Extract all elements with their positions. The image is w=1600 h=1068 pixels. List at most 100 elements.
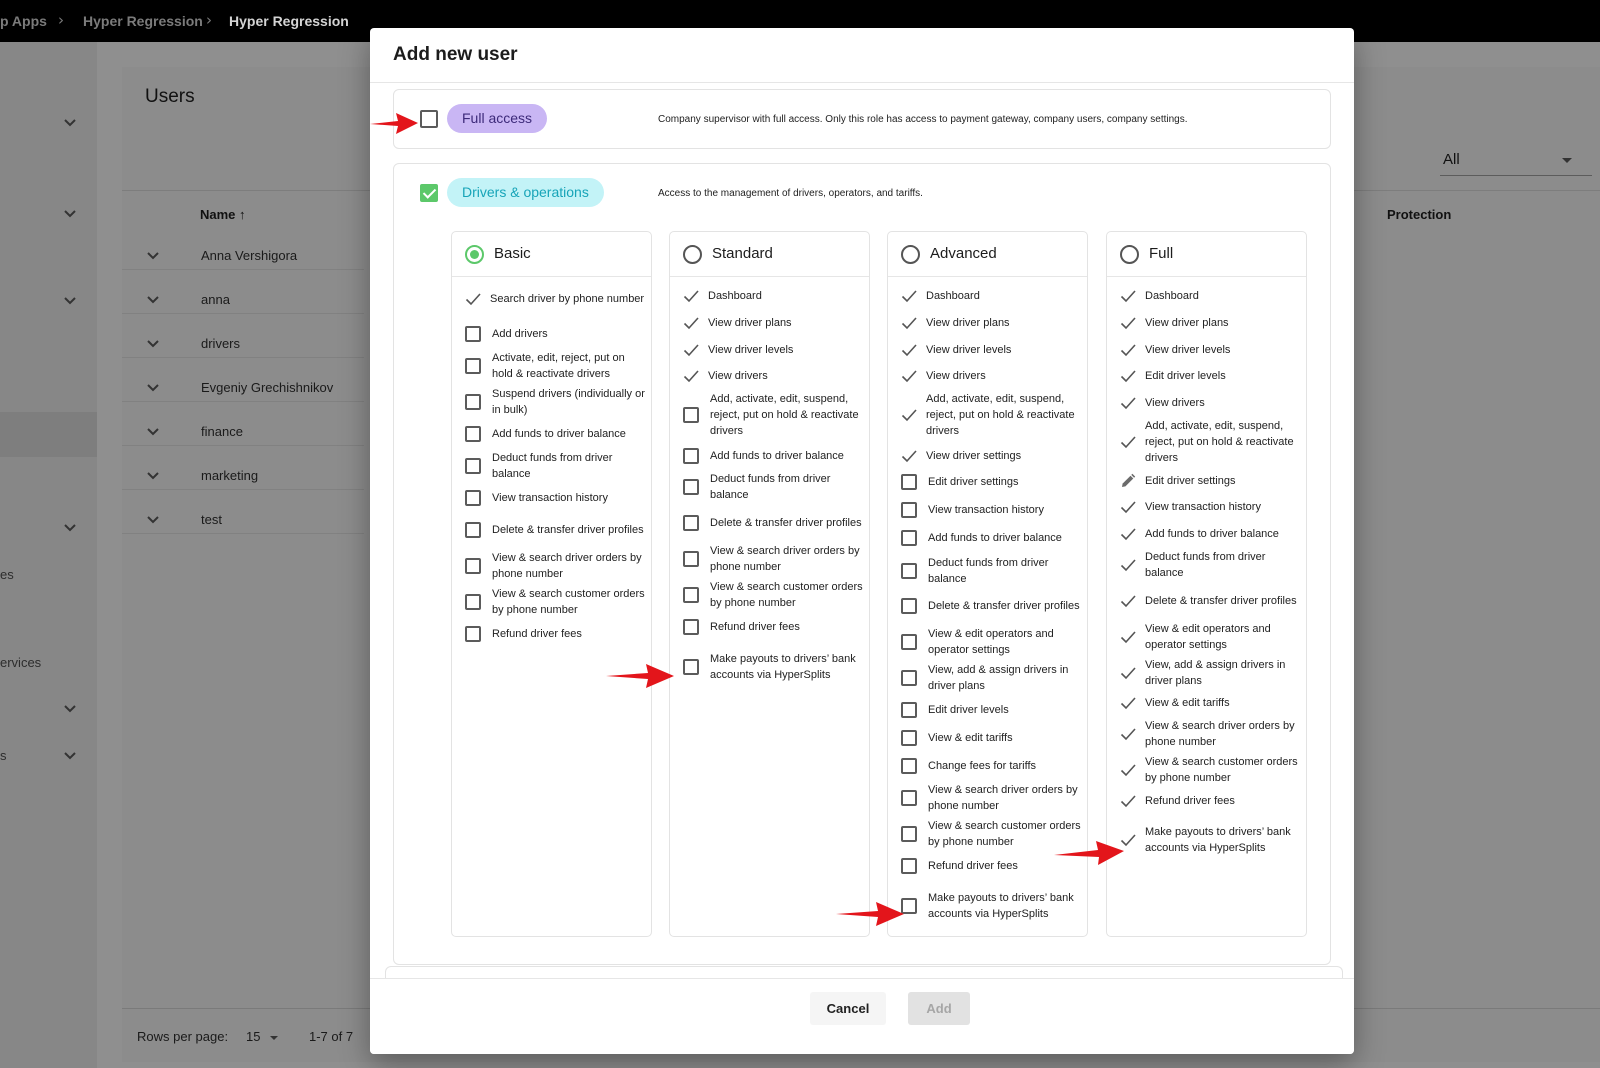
permission-checkbox[interactable] <box>901 730 917 746</box>
permission-checkbox[interactable] <box>901 598 917 614</box>
rows-per-page-select[interactable]: 15 <box>246 1029 260 1044</box>
radio-standard[interactable] <box>683 245 702 264</box>
radio-advanced[interactable] <box>901 245 920 264</box>
permission-item[interactable]: View, add & assign drivers in driver pla… <box>888 660 1087 696</box>
permission-item[interactable]: View & search driver orders by phone num… <box>888 780 1087 816</box>
breadcrumb-item[interactable]: p Apps <box>0 13 47 29</box>
permission-checkbox[interactable] <box>901 474 917 490</box>
level-card-basic[interactable]: Basic Search driver by phone number Add d… <box>451 231 652 937</box>
expand-row-chevron-icon[interactable] <box>145 511 161 527</box>
permission-item[interactable]: View & search driver orders by phone num… <box>452 548 651 584</box>
chevron-down-icon[interactable] <box>62 205 78 221</box>
table-row-name[interactable]: Anna Vershigora <box>201 248 297 263</box>
permission-item[interactable]: Make payouts to drivers’ bank accounts v… <box>670 649 869 685</box>
table-row-name[interactable]: anna <box>201 292 230 307</box>
column-header-protection[interactable]: Protection <box>1387 207 1451 222</box>
chevron-down-icon[interactable] <box>62 292 78 308</box>
permission-checkbox[interactable] <box>465 394 481 410</box>
permission-item[interactable]: View & search customer orders by phone n… <box>670 577 869 613</box>
chevron-down-icon[interactable] <box>62 747 78 763</box>
permission-item[interactable]: Change fees for tariffs <box>888 748 1087 784</box>
filter-select[interactable]: All <box>1443 151 1460 168</box>
permission-checkbox[interactable] <box>683 407 699 423</box>
permission-item[interactable]: Refund driver fees <box>670 609 869 645</box>
permission-item[interactable]: Activate, edit, reject, put on hold & re… <box>452 348 651 384</box>
permission-checkbox[interactable] <box>901 858 917 874</box>
permission-checkbox[interactable] <box>465 522 481 538</box>
permission-item[interactable]: Delete & transfer driver profiles <box>670 505 869 541</box>
expand-row-chevron-icon[interactable] <box>145 291 161 307</box>
level-card-full[interactable]: Full Dashboard View driver plans View driv… <box>1106 231 1307 937</box>
sidebar-item-label[interactable]: ervices <box>0 655 41 670</box>
expand-row-chevron-icon[interactable] <box>145 335 161 351</box>
permission-checkbox[interactable] <box>683 587 699 603</box>
dropdown-caret-icon[interactable] <box>1562 158 1572 163</box>
permission-checkbox[interactable] <box>465 358 481 374</box>
expand-row-chevron-icon[interactable] <box>145 423 161 439</box>
sidebar-item-label[interactable]: es <box>0 567 14 582</box>
permission-checkbox[interactable] <box>465 458 481 474</box>
expand-row-chevron-icon[interactable] <box>145 467 161 483</box>
permission-checkbox[interactable] <box>901 758 917 774</box>
chevron-down-icon[interactable] <box>62 700 78 716</box>
permission-checkbox[interactable] <box>901 530 917 546</box>
table-row-name[interactable]: Evgeniy Grechishnikov <box>201 380 333 395</box>
permission-item[interactable]: Add drivers <box>452 316 651 352</box>
permission-checkbox[interactable] <box>683 448 699 464</box>
level-card-advanced[interactable]: Advanced Dashboard View driver plans View … <box>887 231 1088 937</box>
permission-checkbox[interactable] <box>465 558 481 574</box>
dropdown-caret-icon[interactable] <box>270 1036 278 1040</box>
permission-checkbox[interactable] <box>901 634 917 650</box>
permission-item[interactable]: Suspend drivers (individually or in bulk… <box>452 384 651 420</box>
radio-full[interactable] <box>1120 245 1139 264</box>
permission-item[interactable]: View & search customer orders by phone n… <box>452 584 651 620</box>
table-row-name[interactable]: marketing <box>201 468 258 483</box>
permission-item[interactable]: Deduct funds from driver balance <box>670 469 869 505</box>
table-row-name[interactable]: test <box>201 512 222 527</box>
permission-checkbox[interactable] <box>901 826 917 842</box>
permission-checkbox[interactable] <box>683 479 699 495</box>
full-access-checkbox[interactable] <box>420 110 438 128</box>
radio-basic[interactable] <box>465 245 484 264</box>
permission-checkbox[interactable] <box>683 515 699 531</box>
permission-checkbox[interactable] <box>465 490 481 506</box>
breadcrumb-item[interactable]: Hyper Regression <box>83 13 203 29</box>
permission-checkbox[interactable] <box>901 790 917 806</box>
permission-checkbox[interactable] <box>901 563 917 579</box>
permission-item[interactable]: Refund driver fees <box>452 616 651 652</box>
permission-item[interactable]: Delete & transfer driver profiles <box>452 512 651 548</box>
drivers-operations-checkbox[interactable] <box>420 184 438 202</box>
cancel-button[interactable]: Cancel <box>810 992 886 1025</box>
expand-row-chevron-icon[interactable] <box>145 247 161 263</box>
permission-checkbox[interactable] <box>683 659 699 675</box>
column-header-name[interactable]: Name ↑ <box>200 207 246 222</box>
expand-row-chevron-icon[interactable] <box>145 379 161 395</box>
permission-checkbox[interactable] <box>683 551 699 567</box>
permission-checkbox[interactable] <box>683 619 699 635</box>
permission-item[interactable]: Add funds to driver balance <box>888 520 1087 556</box>
permission-checkbox[interactable] <box>901 702 917 718</box>
permission-item[interactable]: Add, activate, edit, suspend, reject, pu… <box>670 393 869 437</box>
permission-checkbox[interactable] <box>901 502 917 518</box>
table-row-name[interactable]: finance <box>201 424 243 439</box>
chevron-down-icon[interactable] <box>62 519 78 535</box>
sidebar-item-label[interactable]: s <box>0 748 7 763</box>
permission-item[interactable]: Deduct funds from driver balance <box>888 553 1087 589</box>
permission-item[interactable]: Make payouts to drivers’ bank accounts v… <box>888 888 1087 924</box>
permission-item[interactable]: View & edit operators and operator setti… <box>888 624 1087 660</box>
permission-item[interactable]: View transaction history <box>452 480 651 516</box>
add-button[interactable]: Add <box>908 992 970 1025</box>
table-row-name[interactable]: drivers <box>201 336 240 351</box>
sort-arrow-icon[interactable]: ↑ <box>239 207 246 222</box>
chevron-down-icon[interactable] <box>62 114 78 130</box>
permission-item[interactable]: Add funds to driver balance <box>452 416 651 452</box>
permission-item[interactable]: View & search driver orders by phone num… <box>670 541 869 577</box>
permission-item[interactable]: Delete & transfer driver profiles <box>888 588 1087 624</box>
level-card-standard[interactable]: Standard Dashboard View driver plans View … <box>669 231 870 937</box>
permission-checkbox[interactable] <box>465 594 481 610</box>
sidebar-selected-item[interactable] <box>0 412 97 457</box>
permission-checkbox[interactable] <box>465 326 481 342</box>
permission-checkbox[interactable] <box>465 626 481 642</box>
permission-item[interactable]: Deduct funds from driver balance <box>452 448 651 484</box>
permission-checkbox[interactable] <box>465 426 481 442</box>
